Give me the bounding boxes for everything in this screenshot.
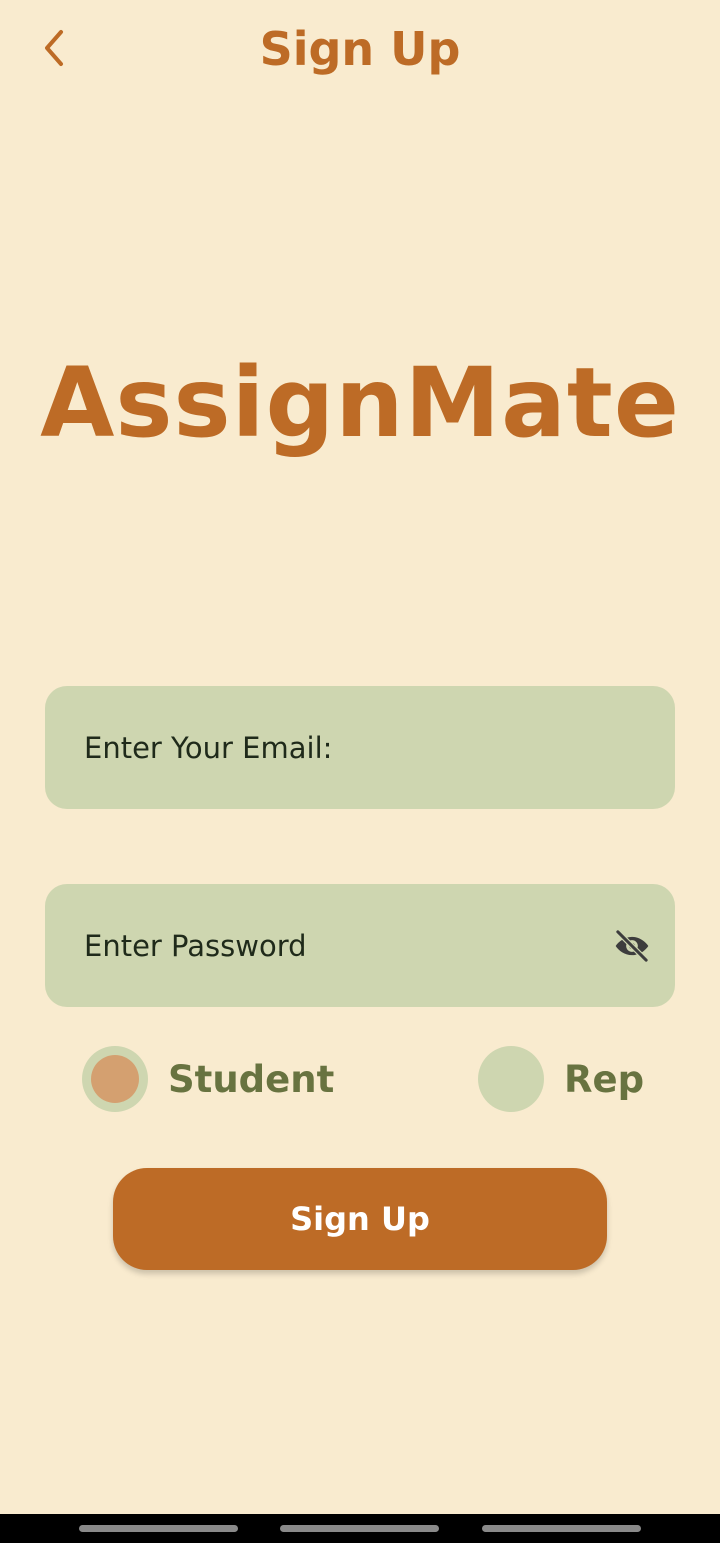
system-nav-bar bbox=[0, 1514, 720, 1543]
password-field-container bbox=[45, 884, 675, 1007]
eye-off-icon bbox=[615, 929, 649, 963]
nav-pill-left[interactable] bbox=[79, 1525, 238, 1532]
role-radio-group: Student Rep bbox=[0, 1046, 720, 1112]
email-field-container bbox=[45, 686, 675, 809]
radio-student[interactable]: Student bbox=[82, 1046, 334, 1112]
app-logo: AssignMate bbox=[40, 347, 680, 459]
nav-pill-right[interactable] bbox=[482, 1525, 641, 1532]
radio-rep[interactable]: Rep bbox=[478, 1046, 644, 1112]
radio-rep-circle[interactable] bbox=[478, 1046, 544, 1112]
radio-student-label: Student bbox=[168, 1057, 335, 1101]
nav-pill-center[interactable] bbox=[280, 1525, 439, 1532]
radio-selected-dot bbox=[91, 1055, 139, 1103]
email-input[interactable] bbox=[45, 686, 675, 809]
password-input[interactable] bbox=[45, 884, 675, 1007]
radio-rep-label: Rep bbox=[564, 1057, 645, 1101]
page-title: Sign Up bbox=[259, 22, 461, 76]
password-visibility-toggle[interactable] bbox=[611, 926, 653, 966]
sign-up-button[interactable]: Sign Up bbox=[113, 1168, 607, 1270]
radio-student-circle[interactable] bbox=[82, 1046, 148, 1112]
